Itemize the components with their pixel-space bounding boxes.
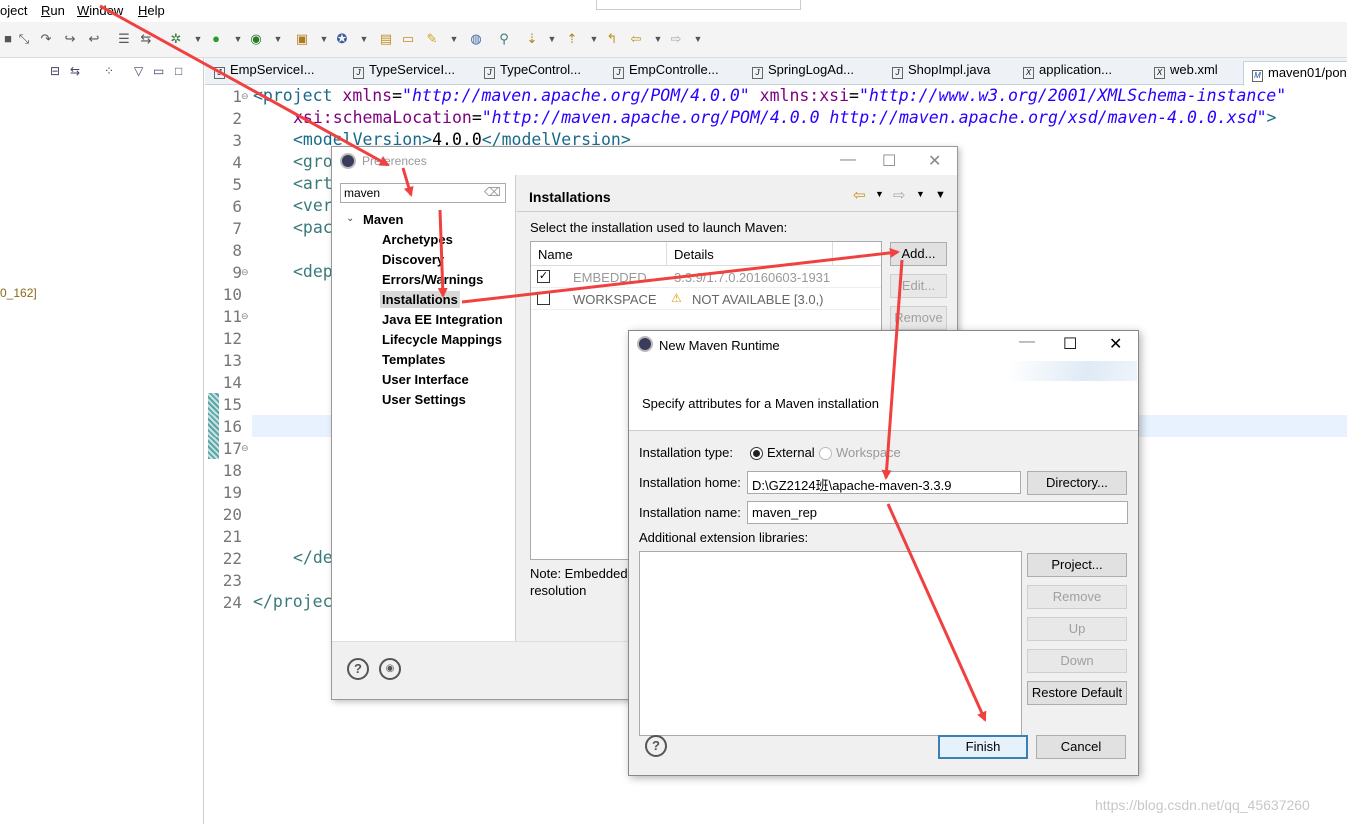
arrow-to-home-field: [881, 259, 904, 480]
annotation-arrows: [99, 4, 987, 722]
watermark: https://blog.csdn.net/qq_45637260: [1095, 797, 1310, 813]
arrow-to-finish: [886, 503, 987, 722]
arrow-window-to-preferences: [99, 4, 390, 167]
arrow-to-add: [461, 247, 900, 304]
arrow-to-installations: [437, 209, 448, 298]
arrow-to-search: [401, 167, 414, 197]
